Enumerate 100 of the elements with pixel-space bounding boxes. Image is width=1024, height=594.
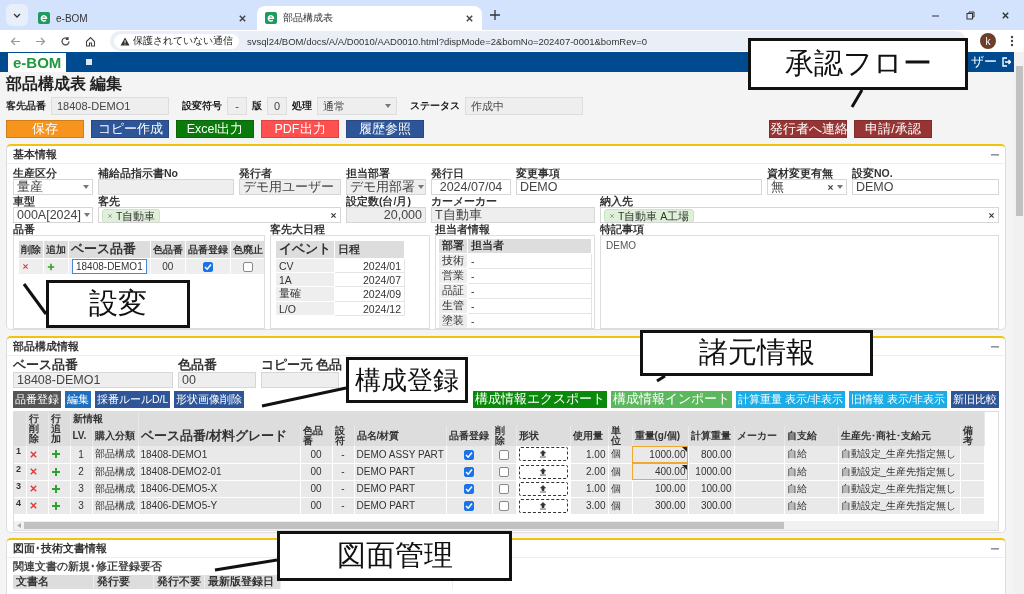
- field-label: 品番: [13, 223, 36, 235]
- checkbox[interactable]: [464, 501, 474, 512]
- callout: 構成登録: [346, 357, 468, 403]
- collapse-icon[interactable]: [991, 345, 999, 348]
- checkbox[interactable]: [499, 484, 509, 495]
- collapse-icon[interactable]: [991, 153, 999, 156]
- input-field[interactable]: [261, 372, 339, 388]
- input-field[interactable]: 18408-DEMO1: [72, 259, 147, 274]
- checkbox[interactable]: [202, 262, 213, 273]
- input-field[interactable]: 00: [178, 372, 256, 388]
- toolbar-button[interactable]: 構成情報エクスポート: [473, 391, 608, 408]
- scroll-left-icon[interactable]: [17, 523, 21, 528]
- home-icon[interactable]: [85, 35, 96, 47]
- action-button[interactable]: コピー作成: [91, 120, 169, 138]
- input-field[interactable]: 2024/07/04: [431, 179, 511, 195]
- toolbar-button[interactable]: 形状画像削除: [174, 391, 245, 408]
- toolbar-button[interactable]: 編集: [65, 391, 91, 408]
- checkbox[interactable]: [499, 449, 509, 460]
- browser-tab[interactable]: 部品構成表: [257, 6, 482, 30]
- tag-field[interactable]: T自動車: [98, 207, 341, 223]
- tab-list-button[interactable]: [6, 4, 28, 26]
- restore-icon[interactable]: [966, 10, 975, 20]
- menu-icon[interactable]: [86, 59, 93, 65]
- user-name[interactable]: ザー: [971, 53, 997, 71]
- clear-icon[interactable]: [330, 211, 337, 219]
- checkbox[interactable]: [464, 484, 474, 495]
- close-icon[interactable]: [465, 13, 474, 23]
- select-field[interactable]: 000A[2024]: [13, 207, 93, 223]
- caret-icon: [83, 213, 90, 217]
- clear-icon[interactable]: [827, 183, 834, 191]
- url-text: svsql24/BOM/docs/A/A/D0010/AAD0010.html?dispMode=2&bomNo=202407-0001&bomRev=0: [247, 35, 648, 47]
- input-field[interactable]: デモ用ユーザー: [239, 179, 341, 195]
- checkbox[interactable]: [499, 501, 509, 512]
- add-icon[interactable]: [50, 500, 61, 511]
- tag-field[interactable]: T自動車 A工場: [600, 207, 999, 223]
- delete-row-icon[interactable]: [28, 501, 38, 510]
- select-field[interactable]: 通常: [317, 97, 397, 115]
- upload-button[interactable]: [518, 481, 568, 496]
- input-field[interactable]: 18408-DEMO1: [51, 97, 169, 115]
- favicon-icon: [265, 12, 277, 24]
- input-field[interactable]: DEMO: [516, 179, 762, 195]
- leader-line: [850, 88, 864, 109]
- add-icon[interactable]: [50, 483, 61, 494]
- toolbar-button[interactable]: 品番登録: [13, 391, 61, 408]
- delete-row-icon[interactable]: [28, 467, 38, 476]
- app-logo: e-BOM: [8, 52, 67, 72]
- tag-chip[interactable]: T自動車 A工場: [604, 208, 695, 222]
- input-field[interactable]: -: [227, 97, 247, 115]
- collapse-icon[interactable]: [991, 547, 999, 550]
- reload-icon[interactable]: [60, 35, 71, 47]
- checkbox[interactable]: [242, 262, 253, 273]
- input-field[interactable]: 20,000: [346, 207, 426, 223]
- action-button[interactable]: Excel出力: [176, 120, 254, 138]
- field-label: 生産区分: [13, 167, 58, 179]
- add-icon[interactable]: [47, 262, 55, 271]
- select-field[interactable]: デモ用部署: [346, 179, 426, 195]
- input-field[interactable]: 0: [267, 97, 287, 115]
- profile-avatar[interactable]: k: [980, 33, 996, 49]
- select-field[interactable]: 無: [767, 179, 847, 195]
- upload-button[interactable]: [518, 464, 568, 479]
- checkbox[interactable]: [464, 467, 474, 478]
- new-tab-icon[interactable]: [490, 10, 500, 20]
- delete-row-icon[interactable]: [28, 484, 38, 493]
- security-chip[interactable]: 保護されていない通信: [114, 33, 239, 49]
- input-field[interactable]: T自動車: [431, 207, 595, 223]
- column-header: LV.: [70, 426, 92, 446]
- remove-icon[interactable]: [609, 212, 615, 219]
- input-field[interactable]: 18408-DEMO1: [13, 372, 173, 388]
- delete-row-icon[interactable]: [28, 449, 38, 459]
- browser-tab[interactable]: e-BOM: [30, 6, 255, 30]
- close-icon[interactable]: [1001, 10, 1010, 20]
- input-field[interactable]: 作成中: [465, 97, 583, 115]
- toolbar-button[interactable]: 採番ルールD/L: [95, 391, 171, 408]
- text-area[interactable]: DEMO: [600, 235, 999, 329]
- close-icon[interactable]: [238, 13, 247, 23]
- caret-icon: [385, 104, 391, 108]
- action-button[interactable]: 発行者へ連絡: [769, 120, 847, 138]
- action-button[interactable]: 申請/承認: [854, 120, 932, 138]
- upload-button[interactable]: [518, 447, 568, 462]
- table-cell: -: [332, 446, 354, 463]
- forward-icon[interactable]: [35, 35, 46, 47]
- tag-chip[interactable]: T自動車: [102, 208, 161, 222]
- back-icon[interactable]: [10, 35, 21, 47]
- checkbox[interactable]: [464, 449, 474, 460]
- add-icon[interactable]: [50, 449, 61, 460]
- field-label: 車型: [13, 195, 36, 207]
- toolbar-button[interactable]: 新旧比較: [951, 391, 999, 408]
- action-button[interactable]: 履歴参照: [346, 120, 424, 138]
- more-menu-icon[interactable]: [1010, 35, 1014, 47]
- add-icon[interactable]: [50, 466, 61, 477]
- remove-icon[interactable]: [107, 212, 113, 219]
- logout-icon[interactable]: [1001, 57, 1011, 67]
- upload-button[interactable]: [518, 498, 568, 513]
- clear-icon[interactable]: [988, 211, 995, 219]
- checkbox[interactable]: [499, 467, 509, 478]
- input-field[interactable]: [98, 179, 234, 195]
- delete-icon[interactable]: [22, 263, 29, 270]
- column-header: 色廃止: [230, 240, 264, 259]
- input-field[interactable]: DEMO: [852, 179, 999, 195]
- select-field[interactable]: 量産: [13, 179, 93, 195]
